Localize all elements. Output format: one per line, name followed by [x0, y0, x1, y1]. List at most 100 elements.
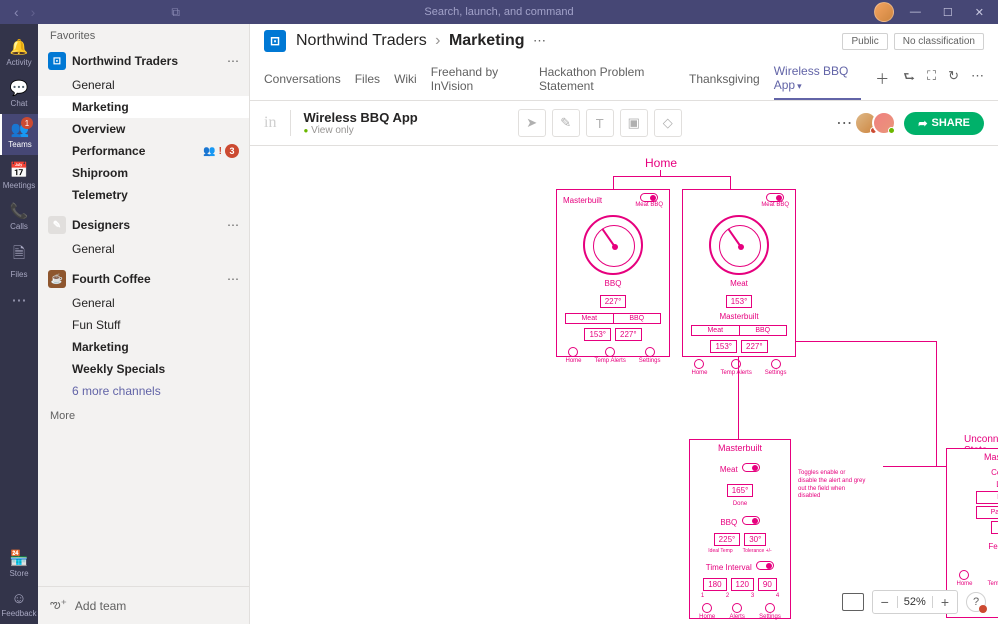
- help-button[interactable]: ?: [966, 592, 986, 612]
- team-icon: ✎: [48, 216, 66, 234]
- rail-more[interactable]: ⋯: [0, 285, 38, 315]
- zoom-in-button[interactable]: +: [933, 591, 957, 613]
- channel-shiproom[interactable]: Shiproom: [38, 162, 249, 184]
- app-rail: 🔔 Activity 💬 Chat 👥 Teams 1 📅 Meetings 📞…: [0, 24, 38, 624]
- channel-general[interactable]: General: [38, 292, 249, 314]
- refresh-icon[interactable]: ↻: [948, 68, 959, 90]
- invision-more-icon[interactable]: ⋯: [836, 113, 852, 133]
- toggle-icon: [742, 463, 760, 472]
- rail-files[interactable]: 🗎 Files: [0, 237, 38, 285]
- gauge-icon: [583, 215, 643, 275]
- unread-badge: 3: [225, 144, 239, 158]
- channel-header: ⊡ Northwind Traders › Marketing ⋯ Public…: [250, 24, 998, 101]
- keyboard-icon[interactable]: [842, 593, 864, 611]
- rail-calls[interactable]: 📞 Calls: [0, 196, 38, 237]
- bell-icon: 🔔: [10, 38, 29, 56]
- rail-store[interactable]: 🏪 Store: [0, 543, 38, 584]
- teams-sidebar: Favorites ⊡ Northwind Traders ⋯ General …: [38, 24, 250, 624]
- popout-icon[interactable]: ⧉: [171, 5, 180, 20]
- rail-chat[interactable]: 💬 Chat: [0, 73, 38, 114]
- maximize-button[interactable]: ☐: [937, 6, 959, 19]
- pencil-tool[interactable]: ✎: [552, 109, 580, 137]
- team-northwind[interactable]: ⊡ Northwind Traders ⋯: [38, 48, 249, 74]
- toggle-icon: [742, 516, 760, 525]
- command-search[interactable]: Search, launch, and command: [424, 6, 573, 18]
- wireframe-label-home: Home: [645, 156, 677, 170]
- rail-activity[interactable]: 🔔 Activity: [0, 32, 38, 73]
- team-more-icon[interactable]: ⋯: [227, 218, 239, 232]
- gauge-icon: [709, 215, 769, 275]
- more-icon[interactable]: ⋯: [533, 33, 546, 48]
- team-icon: ☕: [48, 270, 66, 288]
- channel-fun-stuff[interactable]: Fun Stuff: [38, 314, 249, 336]
- team-more-icon[interactable]: ⋯: [227, 54, 239, 68]
- more-teams[interactable]: More: [38, 402, 249, 430]
- tab-files[interactable]: Files: [355, 66, 380, 92]
- tab-hackathon[interactable]: Hackathon Problem Statement: [539, 59, 675, 99]
- expand-icon[interactable]: ⛶: [927, 68, 936, 90]
- canvas[interactable]: Home Masterbuilt Meat BBQ BBQ 227° MeatB…: [250, 146, 998, 624]
- go-button: Go: [991, 521, 998, 534]
- rail-label: Store: [9, 569, 28, 578]
- canvas-controls: − 52% + ?: [842, 590, 986, 614]
- channel-general[interactable]: General: [38, 74, 249, 96]
- people-icon: 👥: [203, 146, 215, 157]
- tab-wireless-bbq[interactable]: Wireless BBQ App▾: [774, 58, 862, 100]
- rail-label: Calls: [10, 222, 28, 231]
- email-input: Email: [976, 491, 998, 504]
- toggle-icon: [640, 193, 658, 202]
- team-name: Designers: [72, 218, 221, 232]
- channel-marketing[interactable]: Marketing: [38, 336, 249, 358]
- tab-wiki[interactable]: Wiki: [394, 66, 417, 92]
- team-designers[interactable]: ✎ Designers ⋯: [38, 212, 249, 238]
- zoom-out-button[interactable]: −: [873, 591, 897, 613]
- invision-logo: in: [264, 114, 276, 132]
- rail-label: Teams: [8, 140, 32, 149]
- channel-overview[interactable]: Overview: [38, 118, 249, 140]
- mention-icon: !: [219, 146, 222, 157]
- tab-thanksgiving[interactable]: Thanksgiving: [689, 66, 760, 92]
- store-icon: 🏪: [10, 549, 29, 567]
- reply-icon[interactable]: ⮑: [903, 68, 915, 90]
- channel-telemetry[interactable]: Telemetry: [38, 184, 249, 206]
- document-title: Wireless BBQ App: [303, 110, 417, 125]
- team-icon: ⊡: [264, 30, 286, 52]
- breadcrumb: Northwind Traders › Marketing ⋯: [296, 32, 550, 50]
- text-tool[interactable]: T: [586, 109, 614, 137]
- wireframe-screen: Masterbuilt Meat 165° Done BBQ 225°30° I…: [689, 439, 791, 619]
- phone-icon: 📞: [10, 202, 29, 220]
- minimize-button[interactable]: —: [904, 6, 927, 18]
- rail-teams[interactable]: 👥 Teams 1: [0, 114, 38, 155]
- channel-weekly-specials[interactable]: Weekly Specials: [38, 358, 249, 380]
- team-more-icon[interactable]: ⋯: [227, 272, 239, 286]
- avatar[interactable]: [872, 111, 896, 135]
- team-fourth-coffee[interactable]: ☕ Fourth Coffee ⋯: [38, 266, 249, 292]
- rail-badge: 1: [21, 117, 33, 129]
- add-tab-button[interactable]: ＋: [875, 69, 889, 89]
- more-channels-link[interactable]: 6 more channels: [38, 380, 249, 402]
- tab-freehand[interactable]: Freehand by InVision: [431, 59, 525, 99]
- wireframe-screen: Meat BBQ Meat 153° Masterbuilt MeatBBQ 1…: [682, 189, 796, 357]
- shape-tool[interactable]: ◇: [654, 109, 682, 137]
- rail-label: Feedback: [1, 609, 36, 618]
- back-arrow[interactable]: ‹: [8, 4, 25, 20]
- user-avatar[interactable]: [874, 2, 894, 22]
- share-button[interactable]: ➦SHARE: [904, 112, 984, 135]
- close-button[interactable]: ✕: [969, 6, 990, 19]
- dots-icon: ⋯: [12, 291, 27, 309]
- chat-icon: 💬: [10, 79, 29, 97]
- channel-marketing[interactable]: Marketing: [38, 96, 249, 118]
- rail-label: Meetings: [3, 181, 35, 190]
- tab-conversations[interactable]: Conversations: [264, 66, 341, 92]
- pointer-tool[interactable]: ➤: [518, 109, 546, 137]
- tab-more-icon[interactable]: ⋯: [971, 68, 984, 90]
- channel-general[interactable]: General: [38, 238, 249, 260]
- rail-feedback[interactable]: ☺ Feedback: [0, 584, 38, 624]
- add-team-button[interactable]: ఌ⁺ Add team: [38, 586, 249, 624]
- image-tool[interactable]: ▣: [620, 109, 648, 137]
- forward-arrow[interactable]: ›: [25, 4, 42, 20]
- rail-label: Activity: [6, 58, 31, 67]
- toggle-icon: [766, 193, 784, 202]
- rail-meetings[interactable]: 📅 Meetings: [0, 155, 38, 196]
- channel-performance[interactable]: Performance 👥 ! 3: [38, 140, 249, 162]
